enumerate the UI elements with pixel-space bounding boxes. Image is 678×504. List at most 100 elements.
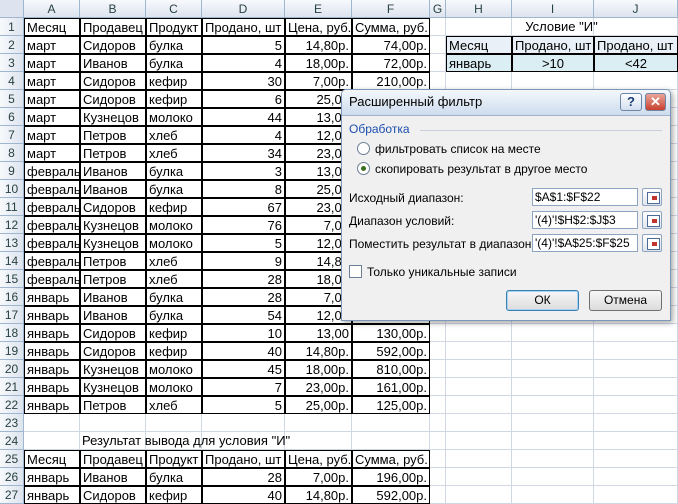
row-header-7[interactable]: 7 xyxy=(0,126,24,144)
source-data-cell[interactable]: 25,00р. xyxy=(285,396,352,414)
result-data-cell[interactable]: Иванов xyxy=(80,468,146,486)
close-button[interactable]: ✕ xyxy=(645,93,666,111)
row-header-19[interactable]: 19 xyxy=(0,342,24,360)
source-data-cell[interactable]: булка xyxy=(146,180,202,198)
grid-cell[interactable] xyxy=(594,414,678,432)
condition-title[interactable]: Условие "И" xyxy=(446,18,678,36)
source-data-cell[interactable]: Кузнецов xyxy=(80,234,146,252)
column-header-a[interactable]: A xyxy=(24,0,80,18)
grid-cell[interactable] xyxy=(430,324,446,342)
source-data-cell[interactable]: 30 xyxy=(202,72,285,90)
grid-cell[interactable] xyxy=(594,378,678,396)
source-data-cell[interactable]: булка xyxy=(146,54,202,72)
source-data-cell[interactable]: 74,00р. xyxy=(352,36,430,54)
condition-value-cell[interactable]: >10 xyxy=(512,54,594,72)
grid-cell[interactable] xyxy=(446,414,512,432)
source-data-cell[interactable]: 592,00р. xyxy=(352,342,430,360)
source-data-cell[interactable]: 34 xyxy=(202,144,285,162)
row-header-26[interactable]: 26 xyxy=(0,468,24,486)
row-header-3[interactable]: 3 xyxy=(0,54,24,72)
source-data-cell[interactable]: кефир xyxy=(146,198,202,216)
source-data-cell[interactable]: Сидоров xyxy=(80,72,146,90)
grid-cell[interactable] xyxy=(430,342,446,360)
radio-filter-in-place[interactable]: фильтровать список на месте xyxy=(357,142,541,158)
row-header-23[interactable]: 23 xyxy=(0,414,24,432)
row-header-6[interactable]: 6 xyxy=(0,108,24,126)
column-header-h[interactable]: H xyxy=(446,0,512,18)
row-header-21[interactable]: 21 xyxy=(0,378,24,396)
row-header-1[interactable]: 1 xyxy=(0,18,24,36)
grid-cell[interactable] xyxy=(430,72,446,90)
source-data-cell[interactable]: март xyxy=(24,36,80,54)
source-data-cell[interactable]: январь xyxy=(24,324,80,342)
result-header-cell[interactable]: Продукт xyxy=(146,450,202,468)
grid-cell[interactable] xyxy=(512,432,594,450)
row-header-15[interactable]: 15 xyxy=(0,270,24,288)
source-data-cell[interactable]: хлеб xyxy=(146,270,202,288)
grid-cell[interactable] xyxy=(594,450,678,468)
grid-cell[interactable] xyxy=(430,36,446,54)
criteria-range-input[interactable]: '(4)'!$H$2:$J$3 xyxy=(532,211,638,229)
result-data-cell[interactable]: 7,00р. xyxy=(285,468,352,486)
grid-cell[interactable] xyxy=(446,324,512,342)
source-data-cell[interactable]: февраль xyxy=(24,162,80,180)
source-data-cell[interactable]: январь xyxy=(24,306,80,324)
source-data-cell[interactable]: хлеб xyxy=(146,144,202,162)
source-data-cell[interactable]: Кузнецов xyxy=(80,108,146,126)
select-all-corner[interactable] xyxy=(0,0,24,18)
column-header-e[interactable]: E xyxy=(285,0,352,18)
source-data-cell[interactable]: булка xyxy=(146,162,202,180)
source-data-cell[interactable]: 28 xyxy=(202,270,285,288)
row-header-18[interactable]: 18 xyxy=(0,324,24,342)
source-data-cell[interactable]: 6 xyxy=(202,90,285,108)
condition-value-cell[interactable]: <42 xyxy=(594,54,678,72)
source-data-cell[interactable]: 5 xyxy=(202,36,285,54)
source-data-cell[interactable]: хлеб xyxy=(146,396,202,414)
source-data-cell[interactable]: 810,00р. xyxy=(352,360,430,378)
grid-cell[interactable] xyxy=(512,72,594,90)
source-data-cell[interactable]: молоко xyxy=(146,378,202,396)
ok-button[interactable]: ОК xyxy=(506,290,579,311)
grid-cell[interactable] xyxy=(430,468,446,486)
source-data-cell[interactable]: Сидоров xyxy=(80,90,146,108)
radio-selected-icon[interactable] xyxy=(357,162,370,175)
column-header-g[interactable]: G xyxy=(430,0,446,18)
source-data-cell[interactable]: 67 xyxy=(202,198,285,216)
source-data-cell[interactable]: январь xyxy=(24,378,80,396)
row-header-10[interactable]: 10 xyxy=(0,180,24,198)
source-header-cell[interactable]: Продукт xyxy=(146,18,202,36)
grid-cell[interactable] xyxy=(430,396,446,414)
source-data-cell[interactable]: 130,00р. xyxy=(352,324,430,342)
row-header-4[interactable]: 4 xyxy=(0,72,24,90)
source-data-cell[interactable]: февраль xyxy=(24,270,80,288)
grid-cell[interactable] xyxy=(512,360,594,378)
criteria-range-collapse-button[interactable] xyxy=(642,211,662,229)
row-header-12[interactable]: 12 xyxy=(0,216,24,234)
row-header-17[interactable]: 17 xyxy=(0,306,24,324)
row-header-2[interactable]: 2 xyxy=(0,36,24,54)
source-data-cell[interactable]: январь xyxy=(24,396,80,414)
source-data-cell[interactable]: 125,00р. xyxy=(352,396,430,414)
result-header-cell[interactable]: Сумма, руб. xyxy=(352,450,430,468)
row-header-22[interactable]: 22 xyxy=(0,396,24,414)
source-data-cell[interactable]: 9 xyxy=(202,252,285,270)
source-data-cell[interactable]: 4 xyxy=(202,126,285,144)
source-data-cell[interactable]: 18,00р. xyxy=(285,360,352,378)
column-header-f[interactable]: F xyxy=(352,0,430,18)
condition-value-cell[interactable]: январь xyxy=(446,54,512,72)
grid-cell[interactable] xyxy=(594,432,678,450)
result-header-cell[interactable]: Месяц xyxy=(24,450,80,468)
source-data-cell[interactable]: январь xyxy=(24,360,80,378)
row-header-25[interactable]: 25 xyxy=(0,450,24,468)
grid-cell[interactable] xyxy=(512,342,594,360)
grid-cell[interactable] xyxy=(446,468,512,486)
source-data-cell[interactable]: 8 xyxy=(202,180,285,198)
source-data-cell[interactable]: 4 xyxy=(202,54,285,72)
grid-cell[interactable] xyxy=(512,468,594,486)
copy-to-input[interactable]: '(4)'!$A$25:$F$25 xyxy=(532,234,638,252)
source-data-cell[interactable]: Иванов xyxy=(80,54,146,72)
grid-cell[interactable] xyxy=(512,396,594,414)
source-data-cell[interactable]: февраль xyxy=(24,198,80,216)
source-data-cell[interactable]: 5 xyxy=(202,234,285,252)
source-data-cell[interactable]: молоко xyxy=(146,234,202,252)
